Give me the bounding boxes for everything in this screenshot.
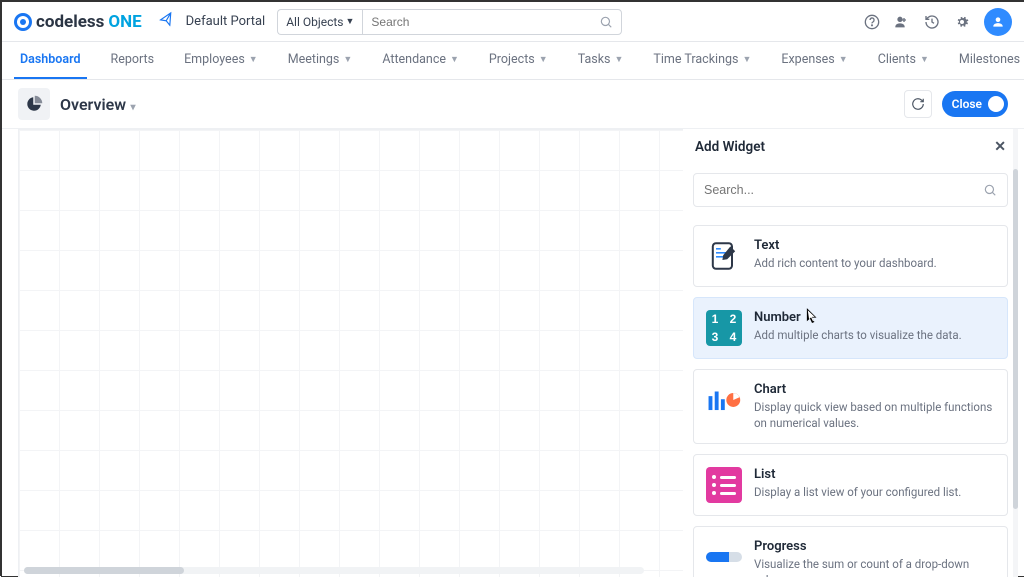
tab-label: Expenses — [781, 52, 834, 67]
progress-icon — [706, 539, 742, 575]
tab-tasks[interactable]: Tasks ▼ — [572, 42, 630, 79]
widget-description: Display a list view of your configured l… — [754, 485, 961, 501]
tab-meetings[interactable]: Meetings▼ — [282, 42, 359, 79]
tab-projects[interactable]: Projects ▼ — [483, 42, 554, 79]
widget-option-progress[interactable]: Progress Visualize the sum or count of a … — [693, 526, 1008, 577]
close-icon[interactable]: ✕ — [994, 139, 1006, 155]
widget-description: Display quick view based on multiple fun… — [754, 400, 995, 431]
chevron-down-icon: ▼ — [615, 54, 624, 65]
portal-name[interactable]: Default Portal — [186, 14, 266, 29]
tab-label: Meetings — [288, 52, 340, 67]
top-right-actions — [864, 8, 1012, 36]
widget-option-text[interactable]: Text Add rich content to your dashboard. — [693, 225, 1008, 287]
tab-expenses[interactable]: Expenses ▼ — [775, 42, 853, 79]
brand-mark-icon — [14, 13, 32, 31]
tab-attendance[interactable]: Attendance ▼ — [376, 42, 465, 79]
object-filter-label: All Objects — [286, 15, 343, 29]
chevron-down-icon: ▼ — [920, 54, 929, 65]
widget-search[interactable] — [693, 173, 1008, 207]
main-nav-tabs: DashboardReportsEmployees▼Meetings▼Atten… — [2, 42, 1024, 80]
chevron-down-icon: ▼ — [345, 16, 354, 27]
chevron-down-icon: ▼ — [539, 54, 548, 65]
tab-employees[interactable]: Employees ▼ — [178, 42, 264, 79]
gear-icon[interactable] — [954, 14, 970, 30]
object-filter-group: All Objects ▼ — [277, 9, 622, 35]
widget-option-number[interactable]: 1234 Number Add multiple charts to visuali… — [693, 297, 1008, 359]
tab-label: Dashboard — [20, 52, 81, 67]
search-icon — [599, 15, 613, 29]
list-icon — [706, 467, 742, 503]
brand-text-part2: ONE — [108, 12, 141, 32]
workspace: Add Widget ✕ Text Add rich content to you… — [2, 128, 1024, 577]
tab-label: Milestones — [959, 52, 1020, 67]
widget-description: Visualize the sum or count of a drop-dow… — [754, 557, 995, 577]
toggle-knob-icon — [988, 96, 1004, 112]
tab-label: Clients — [878, 52, 916, 67]
add-user-icon[interactable] — [894, 14, 910, 30]
pie-chart-icon — [18, 88, 50, 120]
tab-time-trackings[interactable]: Time Trackings ▼ — [647, 42, 757, 79]
tab-label: Employees — [184, 52, 245, 67]
chevron-down-icon: ▼ — [839, 54, 848, 65]
widget-title: List — [754, 467, 961, 482]
panel-scroll-thumb[interactable] — [1013, 169, 1018, 509]
widget-description: Add multiple charts to visualize the dat… — [754, 328, 962, 344]
tab-label: Reports — [111, 52, 155, 67]
chevron-down-icon: ▾ — [128, 102, 136, 113]
close-toggle-label: Close — [952, 97, 982, 111]
tab-label: Time Trackings — [653, 52, 738, 67]
close-toggle[interactable]: Close — [942, 91, 1008, 117]
tab-milestones[interactable]: Milestones▼ — [953, 42, 1024, 79]
top-bar: codelessONE Default Portal All Objects ▼ — [2, 2, 1024, 42]
add-widget-panel: Add Widget ✕ Text Add rich content to you… — [683, 129, 1018, 577]
tab-label: Attendance — [382, 52, 446, 67]
tab-label: Projects — [489, 52, 535, 67]
tab-label: Tasks — [578, 52, 611, 67]
page-title[interactable]: Overview ▾ — [60, 95, 136, 114]
page-subheader: Overview ▾ Close — [2, 80, 1024, 128]
widget-title: Chart — [754, 382, 995, 397]
tab-reports[interactable]: Reports — [105, 42, 161, 79]
global-search-input[interactable] — [371, 15, 599, 29]
canvas-scrollbar[interactable] — [24, 567, 644, 574]
chart-icon — [706, 382, 742, 418]
global-search[interactable] — [362, 9, 622, 35]
widget-title: Text — [754, 238, 937, 253]
refresh-button[interactable] — [904, 90, 932, 118]
history-icon[interactable] — [924, 14, 940, 30]
widget-option-chart[interactable]: Chart Display quick view based on multipl… — [693, 369, 1008, 444]
search-icon — [983, 183, 997, 197]
widget-title: Number — [754, 310, 962, 325]
widget-description: Add rich content to your dashboard. — [754, 256, 937, 272]
chevron-down-icon: ▼ — [249, 54, 258, 65]
brand-logo[interactable]: codelessONE — [14, 12, 142, 32]
user-avatar[interactable] — [984, 8, 1012, 36]
widget-list: Text Add rich content to your dashboard. 1… — [683, 215, 1018, 577]
object-filter-dropdown[interactable]: All Objects ▼ — [277, 9, 362, 35]
chevron-down-icon: ▼ — [742, 54, 751, 65]
widget-search-input[interactable] — [704, 183, 977, 197]
panel-header: Add Widget ✕ — [683, 129, 1018, 165]
chevron-down-icon: ▼ — [343, 54, 352, 65]
tab-clients[interactable]: Clients ▼ — [872, 42, 935, 79]
paper-plane-icon[interactable] — [157, 11, 175, 33]
widget-option-list[interactable]: List Display a list view of your configur… — [693, 454, 1008, 516]
scrollbar-thumb[interactable] — [24, 567, 184, 574]
help-icon[interactable] — [864, 14, 880, 30]
page-title-text: Overview — [60, 95, 126, 114]
text-icon — [706, 238, 742, 274]
panel-title: Add Widget — [695, 139, 765, 155]
tab-dashboard[interactable]: Dashboard — [14, 42, 87, 79]
brand-text-part1: codeless — [36, 12, 104, 32]
chevron-down-icon: ▼ — [450, 54, 459, 65]
number-icon: 1234 — [706, 310, 742, 346]
widget-title: Progress — [754, 539, 995, 554]
